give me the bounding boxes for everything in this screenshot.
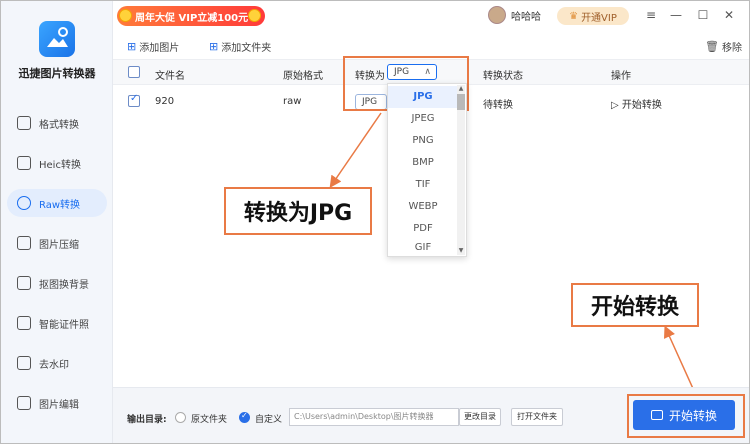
app-window: 迅捷图片转换器 格式转换 Heic转换 Raw转换 图片压缩 抠图换背景 智能证…: [0, 0, 750, 444]
arrow-to-convert-callout: [329, 112, 382, 188]
annotation-arrows: [329, 112, 696, 394]
output-dir-label: 输出目录:: [127, 415, 167, 425]
option-original-label: 原文件夹: [191, 415, 228, 425]
open-folder-button[interactable]: 打开文件夹: [511, 408, 563, 426]
radio-custom[interactable]: [239, 411, 250, 423]
highlight-convert-button: [627, 394, 745, 438]
callout-convert-to-jpg: 转换为JPG: [224, 187, 372, 235]
output-path-input[interactable]: C:\Users\admin\Desktop\图片转换器: [289, 408, 459, 426]
arrow-from-start-callout: [664, 325, 696, 394]
change-dir-button[interactable]: 更改目录: [459, 408, 501, 426]
option-custom-label: 自定义: [255, 415, 283, 425]
callout-start-convert: 开始转换: [571, 283, 699, 327]
radio-original-folder[interactable]: [175, 412, 186, 423]
